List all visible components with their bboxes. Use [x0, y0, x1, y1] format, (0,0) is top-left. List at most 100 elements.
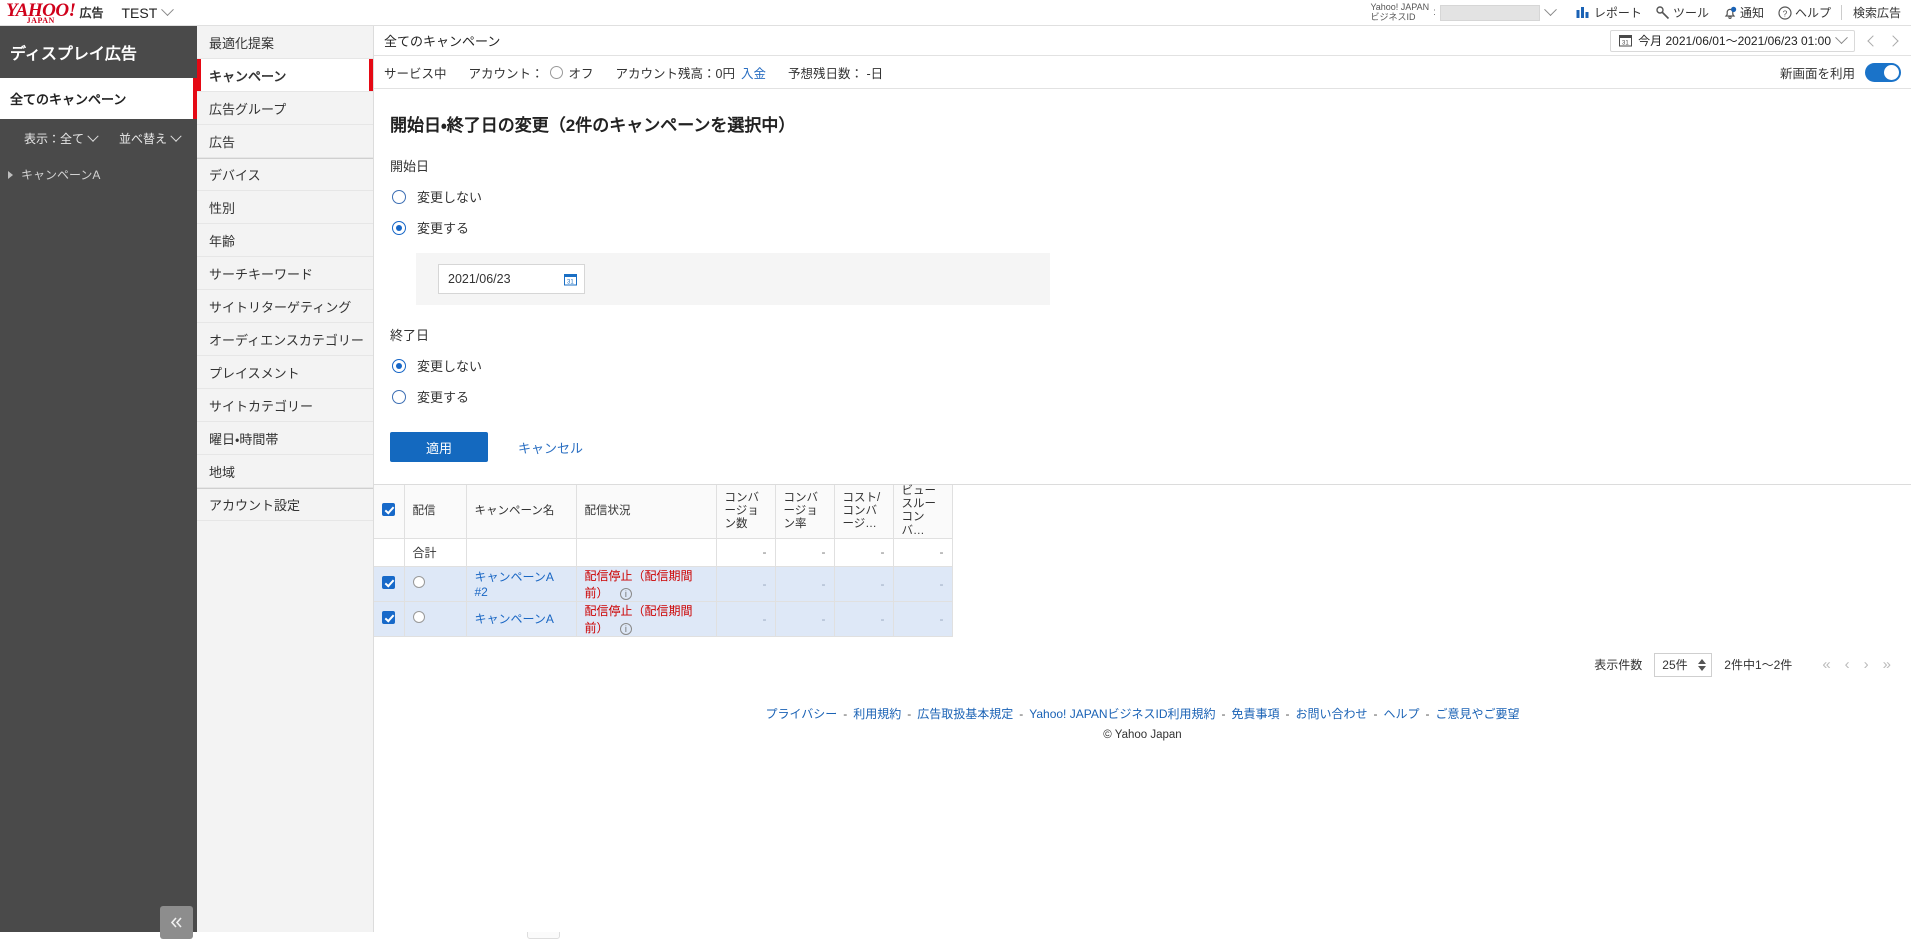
- start-date-input[interactable]: 2021/06/23 31: [438, 264, 585, 294]
- yahoo-japan-logo[interactable]: YAHOO! JAPAN: [6, 1, 76, 25]
- footer-link[interactable]: 広告取扱基本規定: [917, 707, 1013, 721]
- menu-sidebar-item[interactable]: プレイスメント: [197, 356, 373, 389]
- header-item-tools[interactable]: ツール: [1649, 0, 1716, 26]
- campaign-name-link[interactable]: キャンペーンA #2: [475, 570, 554, 599]
- column-header-conversion-rate[interactable]: コンバージョン率: [775, 485, 835, 539]
- chevron-down-icon[interactable]: [1544, 3, 1557, 17]
- radio-button[interactable]: [392, 358, 406, 373]
- menu-sidebar-item[interactable]: 広告: [197, 125, 373, 158]
- menu-sidebar-item[interactable]: アカウント設定: [197, 488, 373, 521]
- account-name-label: TEST: [121, 4, 158, 21]
- column-header-cost-per-conversion[interactable]: コスト/コンバージ…: [834, 485, 894, 539]
- menu-sidebar-item[interactable]: キャンペーン: [197, 59, 373, 92]
- chevron-down-icon: [87, 130, 99, 142]
- row-conversion-rate: -: [775, 566, 835, 602]
- menu-sidebar-item-label: 年齢: [209, 233, 236, 249]
- first-page-button[interactable]: «: [1822, 656, 1830, 673]
- menu-sidebar-item-label: 最適化提案: [209, 35, 275, 51]
- column-header-haishin[interactable]: 配信: [404, 485, 467, 539]
- row-checkbox[interactable]: [382, 610, 396, 624]
- menu-sidebar-item[interactable]: 地域: [197, 455, 373, 488]
- chevron-right-icon[interactable]: [8, 170, 13, 179]
- business-id-value[interactable]: [1439, 4, 1540, 21]
- new-ui-toggle[interactable]: [1865, 62, 1901, 82]
- column-header-campaign-name[interactable]: キャンペーン名: [466, 485, 577, 539]
- left-sidebar-collapse-button[interactable]: [160, 906, 193, 939]
- new-ui-label: 新画面を利用: [1779, 66, 1855, 81]
- info-icon[interactable]: i: [619, 587, 632, 600]
- radio-button[interactable]: [392, 389, 406, 404]
- account-toggle-radio[interactable]: [549, 65, 563, 79]
- row-conversion-rate: -: [775, 601, 835, 637]
- menu-sidebar-item[interactable]: オーディエンスカテゴリー: [197, 323, 373, 356]
- select-all-checkbox[interactable]: [382, 502, 396, 516]
- next-page-button[interactable]: ›: [1864, 656, 1869, 673]
- table-row[interactable]: キャンペーンA #2 配信停止（配信期間前） i - - - -: [374, 566, 953, 602]
- stepper-icon[interactable]: [1698, 658, 1707, 671]
- footer-link[interactable]: プライバシー: [765, 707, 837, 721]
- prev-period-button[interactable]: [1867, 34, 1879, 47]
- deposit-link[interactable]: 入金: [741, 63, 766, 82]
- start-option-no-change[interactable]: 変更しない: [374, 187, 1911, 206]
- row-view-through: -: [893, 601, 953, 637]
- table-row[interactable]: キャンペーンA 配信停止（配信期間前） i - - - -: [374, 601, 953, 637]
- rows-per-page-select[interactable]: 25件: [1654, 652, 1713, 677]
- menu-sidebar-item-label: 曜日・時間帯: [209, 431, 279, 447]
- sidebar-filter-display[interactable]: 表示：全て: [24, 130, 99, 147]
- account-switcher[interactable]: TEST: [121, 3, 175, 21]
- header-item-help[interactable]: ? ヘルプ: [1771, 0, 1838, 26]
- business-id-label: Yahoo! JAPAN ビジネスID: [1370, 1, 1430, 22]
- menu-sidebar-item[interactable]: デバイス: [197, 158, 373, 191]
- calendar-icon[interactable]: 31: [564, 273, 577, 286]
- header-item-notifications[interactable]: 通知: [1716, 0, 1771, 26]
- sidebar-tree-item-campaign-a[interactable]: キャンペーンA: [0, 158, 197, 191]
- menu-sidebar-item[interactable]: 性別: [197, 191, 373, 224]
- radio-button[interactable]: [392, 189, 406, 204]
- footer-link[interactable]: お問い合わせ: [1296, 707, 1368, 721]
- sidebar-filter-display-label: 表示：全て: [24, 132, 85, 146]
- end-option-change[interactable]: 変更する: [374, 387, 1911, 406]
- sidebar-filter-sort[interactable]: 並べ替え: [119, 130, 182, 147]
- header-item-report[interactable]: レポート: [1569, 0, 1649, 26]
- info-icon[interactable]: i: [619, 622, 632, 635]
- footer-link[interactable]: ご意見やご要望: [1436, 707, 1520, 721]
- apply-button[interactable]: 適用: [390, 432, 488, 462]
- campaign-name-link[interactable]: キャンペーンA: [475, 612, 554, 626]
- total-row-conversion-rate: -: [775, 538, 835, 567]
- menu-sidebar-item[interactable]: サーチキーワード: [197, 257, 373, 290]
- menu-sidebar-item-label: サーチキーワード: [209, 266, 314, 282]
- next-period-button[interactable]: [1887, 34, 1899, 47]
- row-delivery-radio[interactable]: [412, 576, 425, 589]
- start-option-change[interactable]: 変更する: [374, 218, 1911, 237]
- menu-sidebar-item-label: サイトリターゲティング: [209, 299, 352, 315]
- footer-link[interactable]: Yahoo! JAPANビジネスID利用規約: [1029, 707, 1215, 721]
- column-header-conversions[interactable]: コンバージョン数: [716, 485, 776, 539]
- menu-sidebar-item[interactable]: サイトリターゲティング: [197, 290, 373, 323]
- footer-link[interactable]: 利用規約: [853, 707, 901, 721]
- column-header-status[interactable]: 配信状況: [576, 485, 717, 539]
- last-page-button[interactable]: »: [1883, 656, 1891, 673]
- column-header-view-through-conversions[interactable]: ビュースルーコンバ…: [893, 485, 953, 539]
- prev-page-button[interactable]: ‹: [1845, 656, 1850, 673]
- cancel-button[interactable]: キャンセル: [512, 437, 589, 458]
- row-check-cell: [374, 566, 405, 602]
- menu-sidebar-item[interactable]: サイトカテゴリー: [197, 389, 373, 422]
- date-range-picker[interactable]: 31 今月 2021/06/01〜2021/06/23 01:00: [1610, 29, 1855, 52]
- menu-sidebar-item[interactable]: 最適化提案: [197, 26, 373, 59]
- end-option-no-change[interactable]: 変更しない: [374, 356, 1911, 375]
- menu-sidebar-item[interactable]: 曜日・時間帯: [197, 422, 373, 455]
- main-header: 全てのキャンペーン 31 今月 2021/06/01〜2021/06/23 01…: [374, 26, 1911, 56]
- sidebar-item-all-campaigns[interactable]: 全てのキャンペーン: [0, 78, 197, 119]
- rows-per-page-label: 表示件数: [1594, 658, 1643, 673]
- menu-sidebar-item[interactable]: 広告グループ: [197, 92, 373, 125]
- row-conversions: -: [716, 601, 776, 637]
- campaign-table-head: 配信 キャンペーン名 配信状況 コンバージョン数 コンバージョン率 コスト/コン…: [374, 485, 953, 539]
- footer-separator: -: [1373, 706, 1378, 721]
- footer-link[interactable]: ヘルプ: [1384, 707, 1420, 721]
- menu-sidebar-item[interactable]: 年齢: [197, 224, 373, 257]
- row-checkbox[interactable]: [382, 575, 396, 589]
- header-item-search-ads[interactable]: 検索広告: [1845, 4, 1911, 21]
- row-delivery-radio[interactable]: [412, 611, 425, 624]
- radio-button[interactable]: [392, 220, 406, 235]
- footer-link[interactable]: 免責事項: [1232, 707, 1280, 721]
